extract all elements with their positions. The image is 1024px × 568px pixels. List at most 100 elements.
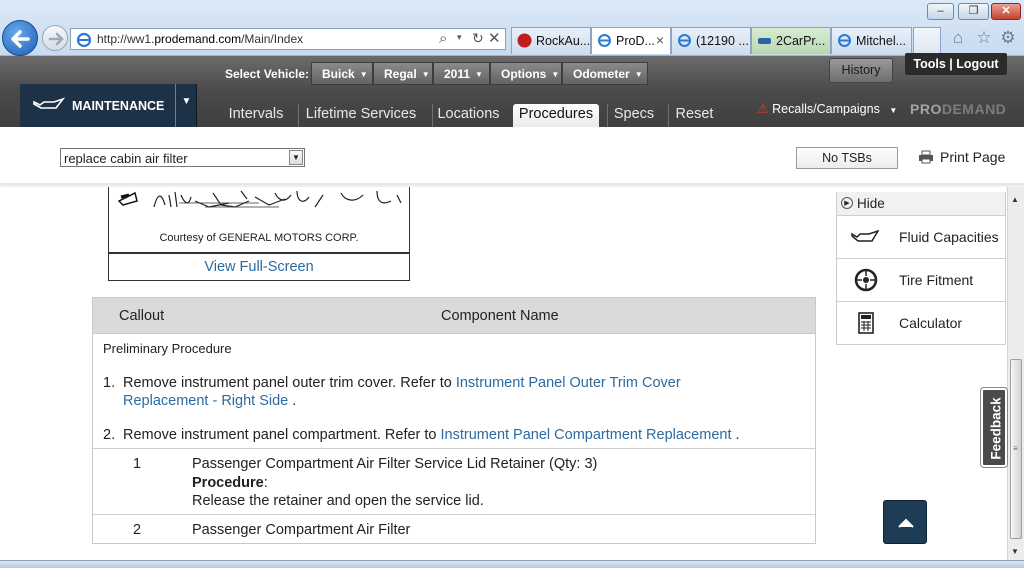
back-arrow-icon xyxy=(11,30,30,48)
tab-label: ProD... xyxy=(616,34,655,48)
tab-label: (12190 ... xyxy=(696,34,749,48)
no-tsbs-button[interactable]: No TSBs xyxy=(796,147,898,169)
car-favicon-icon xyxy=(758,38,771,44)
module-caret-icon[interactable]: ▼ xyxy=(175,84,197,127)
feedback-tab[interactable]: Feedback xyxy=(980,387,1008,468)
tab-12190[interactable]: (12190 ... xyxy=(671,27,751,54)
url-text: http://ww1.prodemand.com/Main/Index xyxy=(97,32,304,46)
row-divider xyxy=(93,514,815,515)
preliminary-step: 2. Remove instrument panel compartment. … xyxy=(103,426,808,444)
tools-logout-link[interactable]: Tools | Logout xyxy=(905,53,1007,75)
model-value: Regal xyxy=(384,67,417,81)
tab-specs[interactable]: Specs xyxy=(607,104,660,127)
search-dropdown-icon[interactable]: ▾ xyxy=(457,32,462,43)
os-taskbar xyxy=(0,560,1024,568)
item-label: Fluid Capacities xyxy=(899,229,999,245)
procedure-colon: : xyxy=(263,474,268,491)
tire-fitment-link[interactable]: Tire Fitment xyxy=(837,259,1005,302)
select-vehicle-label: Select Vehicle: xyxy=(225,67,310,81)
callout-number: 2 xyxy=(133,522,142,538)
module-label: MAINTENANCE xyxy=(72,99,165,113)
row-divider xyxy=(93,448,815,449)
search-icon[interactable]: ⌕ xyxy=(439,30,447,47)
tire-icon xyxy=(854,268,878,292)
table-row: Passenger Compartment Air Filter Service… xyxy=(192,455,792,511)
caret-down-icon: ▼ xyxy=(889,106,898,115)
module-selector[interactable]: MAINTENANCE ▼ xyxy=(20,84,197,127)
back-button[interactable] xyxy=(2,20,38,56)
home-icon[interactable]: ⌂ xyxy=(949,29,967,47)
new-tab-button[interactable] xyxy=(913,27,941,54)
ie-favicon-icon xyxy=(838,34,851,47)
fluid-capacities-link[interactable]: Fluid Capacities xyxy=(837,216,1005,259)
history-button[interactable]: History xyxy=(829,58,893,83)
tab-label: Intervals xyxy=(228,106,284,122)
tab-close-icon[interactable]: × xyxy=(656,32,664,48)
vehicle-year-dropdown[interactable]: 2011 ▼ xyxy=(433,62,490,85)
caret-down-icon: ▼ xyxy=(475,70,483,79)
recalls-campaigns-link[interactable]: ⚠ Recalls/Campaigns ▼ xyxy=(757,101,897,117)
favorites-star-icon[interactable]: ☆ xyxy=(975,29,993,47)
view-fullscreen-link[interactable]: View Full-Screen xyxy=(108,253,410,281)
caret-down-icon: ▼ xyxy=(359,70,368,79)
tab-label: Lifetime Services xyxy=(305,106,417,122)
minimize-button[interactable]: – xyxy=(927,3,954,20)
scroll-up-icon[interactable]: ▲ xyxy=(1011,195,1019,204)
tab-procedures[interactable]: Procedures xyxy=(513,104,599,127)
tab-2carpros[interactable]: 2CarPr... xyxy=(751,27,831,54)
step-text: Remove instrument panel compartment. Ref… xyxy=(123,427,441,443)
address-bar[interactable]: http://ww1.prodemand.com/Main/Index ⌕ ▾ … xyxy=(70,28,506,50)
tab-rockauto[interactable]: RockAu... xyxy=(511,27,591,54)
component-diagram xyxy=(117,190,402,208)
tab-label: Procedures xyxy=(518,106,594,122)
tab-lifetime-services[interactable]: Lifetime Services xyxy=(298,104,423,127)
tab-locations[interactable]: Locations xyxy=(432,104,504,127)
step-end: . xyxy=(731,427,740,443)
item-label: Calculator xyxy=(899,315,963,331)
vehicle-make-dropdown[interactable]: Buick ▼ xyxy=(311,62,373,85)
tab-prodemand[interactable]: ProD... × xyxy=(591,27,671,54)
image-credit: Courtesy of GENERAL MOTORS CORP. xyxy=(159,232,359,244)
column-header-component: Component Name xyxy=(441,308,559,324)
vehicle-options-dropdown[interactable]: Options ▼ xyxy=(490,62,562,85)
vehicle-odometer-dropdown[interactable]: Odometer ▼ xyxy=(562,62,648,85)
caret-down-icon: ▼ xyxy=(634,70,643,79)
warning-icon: ⚠ xyxy=(757,101,769,116)
tab-label: Reset xyxy=(675,106,714,122)
hide-panel-button[interactable]: ▶ Hide xyxy=(837,192,1005,216)
scroll-down-icon[interactable]: ▼ xyxy=(1011,547,1019,556)
settings-gear-icon[interactable]: ⚙ xyxy=(999,29,1017,47)
step-number: 1. xyxy=(103,375,116,391)
ie-page-icon xyxy=(76,32,92,48)
tab-label: Locations xyxy=(437,106,500,122)
column-header-callout: Callout xyxy=(119,308,165,324)
scroll-thumb[interactable]: ≡ xyxy=(1010,359,1022,539)
arrow-up-icon xyxy=(898,518,914,528)
tab-label: 2CarPr... xyxy=(776,34,826,48)
ie-favicon-icon xyxy=(598,34,611,47)
options-value: Options xyxy=(501,67,547,81)
tab-mitchell[interactable]: Mitchel... xyxy=(831,27,912,54)
tab-label: RockAu... xyxy=(536,34,591,48)
ie-favicon-icon xyxy=(678,34,691,47)
compartment-replacement-link[interactable]: Instrument Panel Compartment Replacement xyxy=(441,427,732,443)
tab-intervals[interactable]: Intervals xyxy=(224,104,288,127)
dropdown-arrow-icon[interactable]: ▼ xyxy=(289,150,303,165)
refresh-icon[interactable]: ↻ xyxy=(472,30,484,47)
oil-can-icon xyxy=(851,229,879,242)
vertical-scrollbar[interactable]: ▲ ≡ ▼ xyxy=(1007,187,1024,560)
printer-icon xyxy=(919,150,933,164)
calculator-link[interactable]: Calculator xyxy=(837,302,1005,345)
tab-reset[interactable]: Reset xyxy=(668,104,720,127)
close-window-button[interactable]: ✕ xyxy=(991,3,1021,20)
vehicle-model-dropdown[interactable]: Regal ▼ xyxy=(373,62,433,85)
stop-icon[interactable]: ✕ xyxy=(488,29,501,47)
quick-links-panel: ▶ Hide Fluid Capacities Tire Fitment Cal… xyxy=(836,192,1006,345)
restore-button[interactable]: ❐ xyxy=(958,3,989,20)
forward-button[interactable] xyxy=(42,25,68,51)
procedure-search-dropdown[interactable]: replace cabin air filter ▼ xyxy=(60,148,305,167)
print-page-button[interactable]: Print Page xyxy=(918,149,1005,165)
back-to-top-button[interactable] xyxy=(883,500,927,544)
step-end: . xyxy=(288,393,297,409)
table-header: Callout Component Name xyxy=(93,298,815,334)
